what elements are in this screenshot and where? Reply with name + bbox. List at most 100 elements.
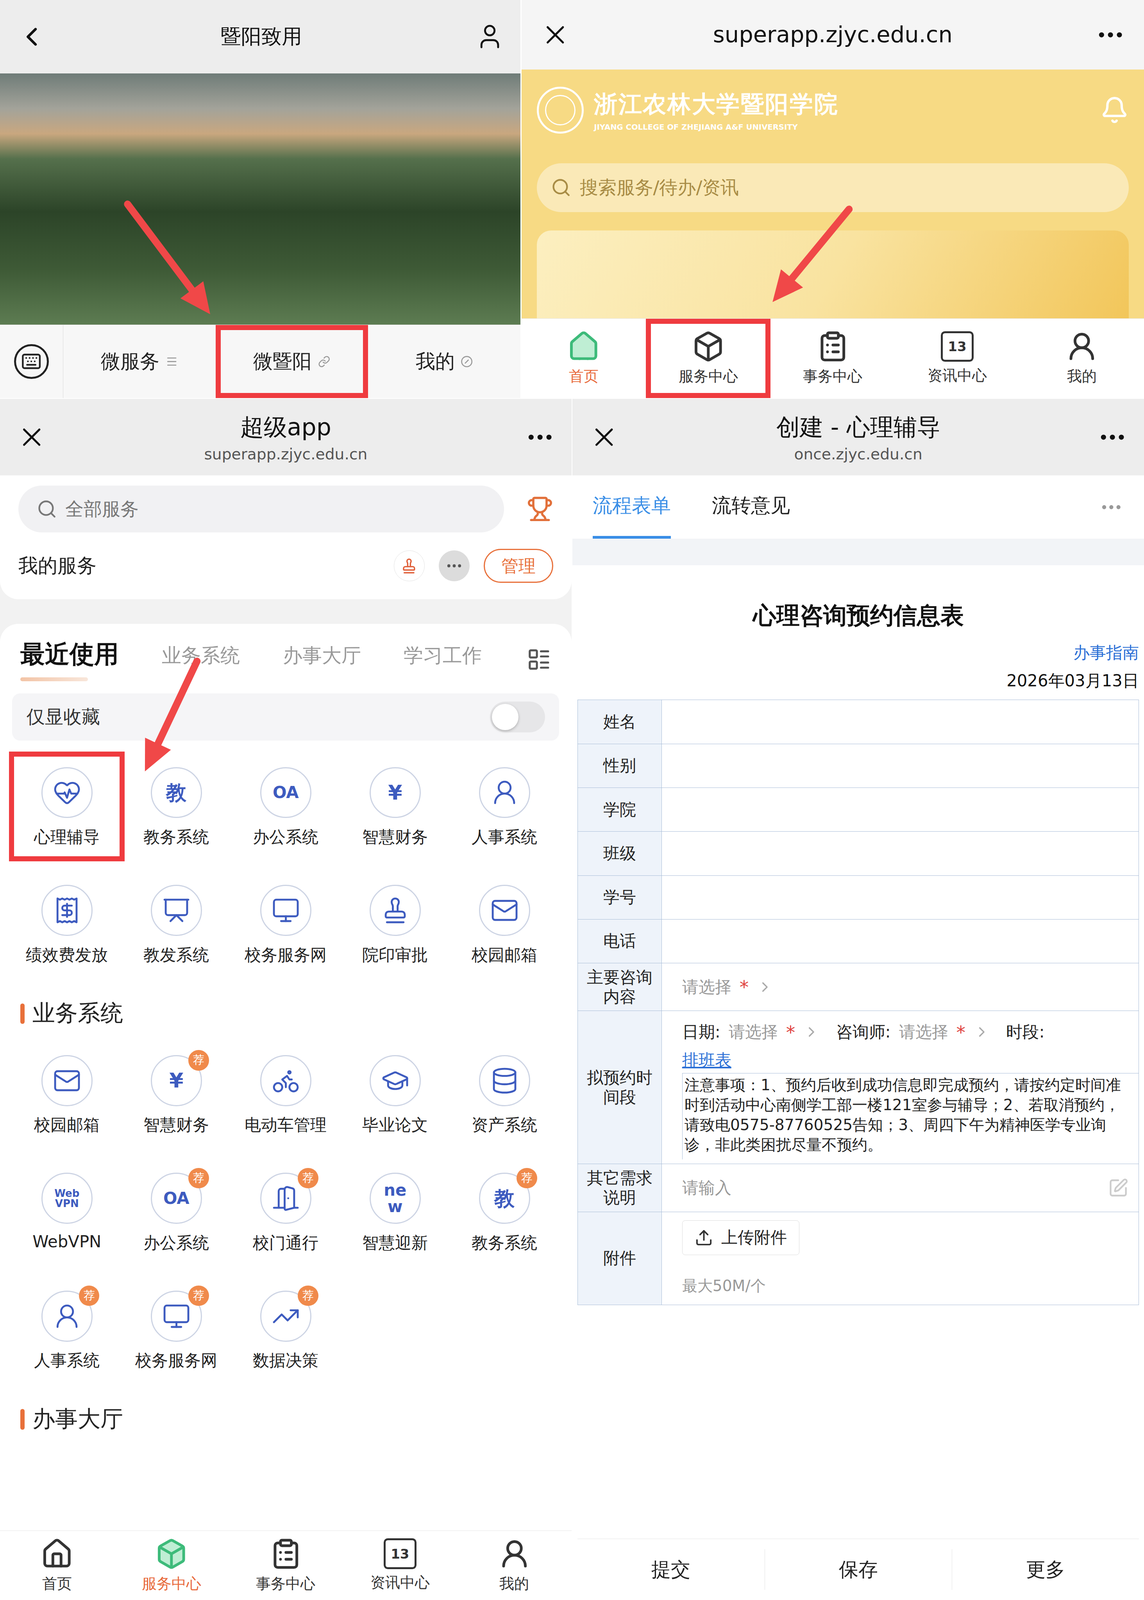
action-button[interactable]: 提交 <box>577 1549 765 1591</box>
app-tile[interactable]: 荐数据决策 <box>230 1278 341 1383</box>
upload-button[interactable]: 上传附件 <box>682 1220 800 1256</box>
text-field[interactable] <box>661 875 1139 920</box>
app-tile[interactable]: 教发系统 <box>121 872 231 977</box>
picker-label: 咨询师: <box>836 1021 891 1044</box>
more-icon[interactable] <box>524 421 556 453</box>
app-tile[interactable]: 荐校门通行 <box>230 1160 341 1265</box>
close-icon[interactable] <box>16 421 47 453</box>
app-tile[interactable]: 绩效费发放 <box>12 872 122 977</box>
app-symbol-icon <box>380 1066 410 1096</box>
tab-bar-item[interactable]: 事务中心 <box>228 1531 344 1600</box>
app-tile[interactable]: 教荐教务系统 <box>449 1160 560 1265</box>
placeholder: 请选择 <box>728 1021 778 1044</box>
app-label: 教务系统 <box>471 1232 538 1255</box>
bell-button[interactable] <box>1100 95 1129 125</box>
app-tile[interactable]: new智慧迎新 <box>340 1160 450 1265</box>
select-field[interactable]: 请选择* <box>661 963 1139 1011</box>
section-bar <box>20 1409 25 1430</box>
schedule-link[interactable]: 排班表 <box>661 1049 1139 1074</box>
picker[interactable]: 请选择* <box>682 976 774 999</box>
form-area: 心理咨询预约信息表办事指南2026年03月13日姓名性别学院班级学号电话主要咨询… <box>572 565 1144 1600</box>
field-label: 拟预约时间段 <box>577 1011 662 1164</box>
category-tab[interactable]: 学习工作 <box>403 640 482 680</box>
tab-label: 服务中心 <box>141 1574 202 1595</box>
app-tile[interactable]: 荐人事系统 <box>12 1278 122 1383</box>
app-tile[interactable]: OA办公系统 <box>230 754 341 859</box>
textarea-field[interactable]: 请输入 <box>661 1164 1139 1212</box>
text-field[interactable] <box>661 919 1139 964</box>
app-tile[interactable]: 毕业论文 <box>340 1043 450 1147</box>
form-tab[interactable]: 流转意见 <box>711 475 791 539</box>
app-tile[interactable]: 电动车管理 <box>230 1043 341 1147</box>
app-icon <box>479 884 531 937</box>
app-tile[interactable]: 校园邮箱 <box>449 872 560 977</box>
back-icon[interactable] <box>16 21 47 52</box>
picker[interactable]: 日期:请选择* <box>682 1021 820 1044</box>
app-label: 毕业论文 <box>362 1114 428 1137</box>
form-tab[interactable]: 流程表单 <box>592 475 671 539</box>
close-icon[interactable] <box>588 421 620 453</box>
menu-item[interactable]: 我的 <box>368 325 521 399</box>
bottom-row: 超级appsuperapp.zjyc.edu.cn全部服务我的服务管理最近使用业… <box>0 398 1144 1600</box>
trophy-icon[interactable] <box>526 495 554 523</box>
app-tile[interactable]: 院印审批 <box>340 872 450 977</box>
keyboard-toggle[interactable] <box>0 325 64 399</box>
menu-item[interactable]: 微暨阳 <box>215 325 369 399</box>
more-button[interactable] <box>438 550 470 581</box>
tab-bar-item[interactable]: 服务中心 <box>645 318 771 399</box>
app-label: 校务服务网 <box>135 1349 218 1372</box>
app-label: 校门通行 <box>252 1232 319 1255</box>
recommend-badge: 荐 <box>297 1168 319 1189</box>
tab-bar-item[interactable]: 13资讯中心 <box>895 318 1020 399</box>
layout-button[interactable] <box>526 647 552 673</box>
app-tile[interactable]: OA荐办公系统 <box>121 1160 231 1265</box>
picker[interactable]: 咨询师:请选择* <box>836 1021 991 1044</box>
search-field[interactable]: 全部服务 <box>18 485 505 533</box>
action-button[interactable]: 保存 <box>764 1549 952 1591</box>
upload-icon <box>694 1228 714 1248</box>
app-tile[interactable]: ¥荐智慧财务 <box>121 1043 231 1147</box>
stamp-button[interactable] <box>393 550 425 581</box>
menu-item[interactable]: 微服务 <box>63 325 216 399</box>
app-tile[interactable]: ¥智慧财务 <box>340 754 450 859</box>
text-field[interactable] <box>661 831 1139 876</box>
tab-bar-item[interactable]: 我的 <box>457 1531 572 1600</box>
manage-button[interactable]: 管理 <box>483 548 554 583</box>
category-tab[interactable]: 最近使用 <box>20 638 119 682</box>
tab-bar-item[interactable]: 首页 <box>521 318 647 399</box>
recent-apps: 心理辅导教教务系统OA办公系统¥智慧财务人事系统绩效费发放教发系统校务服务网院印… <box>12 754 560 976</box>
tabs-more[interactable] <box>1099 475 1124 539</box>
tab-bar-item[interactable]: 我的 <box>1019 318 1144 399</box>
app-tile[interactable]: 教教务系统 <box>121 754 231 859</box>
tab-bar-item[interactable]: 13资讯中心 <box>343 1531 458 1600</box>
tab-bar-item[interactable]: 服务中心 <box>114 1531 229 1600</box>
text-field[interactable] <box>661 788 1139 832</box>
tab-bar-item[interactable]: 事务中心 <box>770 318 896 399</box>
tab-bar-item[interactable]: 首页 <box>0 1531 115 1600</box>
user-icon[interactable] <box>475 22 505 51</box>
action-button[interactable]: 更多 <box>951 1549 1139 1591</box>
app-tile[interactable]: 荐校务服务网 <box>121 1278 231 1383</box>
app-tile[interactable]: 校园邮箱 <box>12 1043 122 1147</box>
calendar-icon: 13 <box>383 1538 417 1570</box>
app-tile[interactable]: 校务服务网 <box>230 872 341 977</box>
text-field[interactable] <box>661 700 1139 744</box>
section-text: 业务系统 <box>32 998 124 1029</box>
promo-banner[interactable] <box>536 230 1129 319</box>
favorites-switch[interactable] <box>489 701 546 733</box>
app-tile[interactable]: 资产系统 <box>449 1043 560 1147</box>
text-field[interactable] <box>661 744 1139 788</box>
tab-bar: 首页服务中心事务中心 13资讯中心我的 <box>521 318 1144 399</box>
tab-label: 事务中心 <box>802 366 863 387</box>
search-field[interactable]: 搜索服务/待办/资讯 <box>536 163 1129 213</box>
app-label: 校园邮箱 <box>33 1114 100 1137</box>
app-tile[interactable]: Web VPNWebVPN <box>12 1160 122 1265</box>
category-tab[interactable]: 办事大厅 <box>282 640 362 680</box>
more-icon[interactable] <box>1095 19 1126 51</box>
guide-link[interactable]: 办事指南 <box>1073 641 1139 664</box>
app-tile[interactable]: 人事系统 <box>449 754 560 859</box>
more-icon[interactable] <box>1097 421 1128 453</box>
app-tile[interactable]: 心理辅导 <box>12 754 122 859</box>
category-tab[interactable]: 业务系统 <box>161 640 240 680</box>
close-icon[interactable] <box>539 19 571 51</box>
